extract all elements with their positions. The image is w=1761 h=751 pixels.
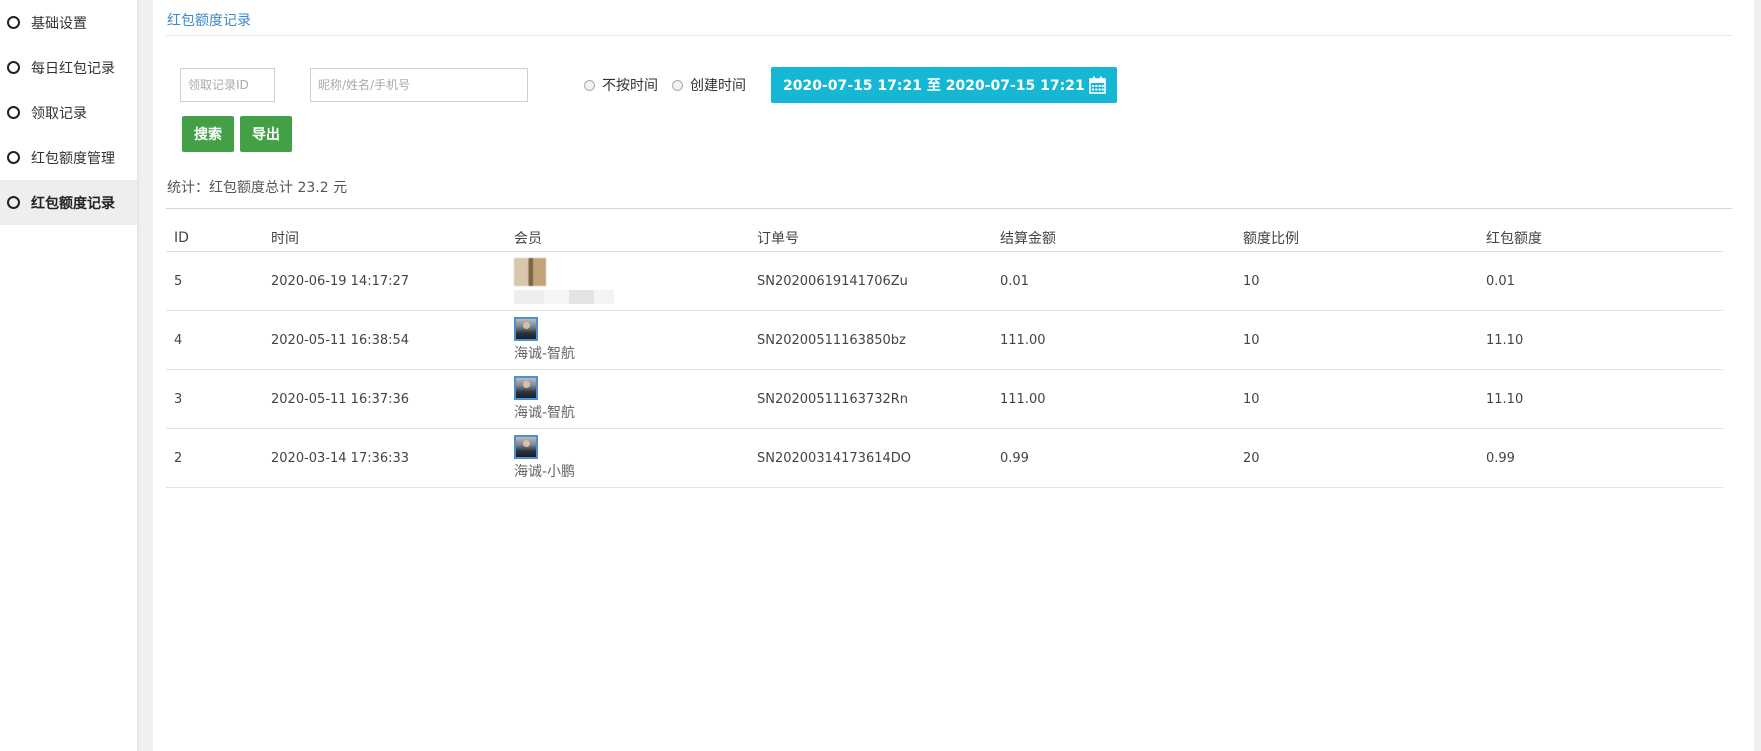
filter-row: 不按时间 创建时间 2020-07-15 17:21 至 2020-07-15 …: [166, 67, 1732, 103]
records-table: ID 时间 会员 订单号 结算金额 额度比例 红包额度 5 2020-06-19…: [166, 225, 1723, 488]
cell-time: 2020-06-19 14:17:27: [263, 251, 506, 311]
radio-circle-icon: [584, 79, 595, 91]
sidebar-item-claim-records[interactable]: 领取记录: [0, 90, 137, 135]
member-name-blurred: [514, 290, 614, 304]
cell-order-no: SN20200619141706Zu: [749, 251, 992, 311]
circle-icon: [7, 16, 20, 29]
radio-circle-icon: [672, 79, 683, 91]
cell-ratio: 20: [1235, 428, 1478, 488]
avatar: [514, 258, 546, 286]
time-filter-radio-group: 不按时间 创建时间: [584, 75, 760, 95]
cell-amount: 0.01: [992, 251, 1235, 311]
header-quota: 红包额度: [1478, 225, 1723, 252]
sidebar-item-quota-records[interactable]: 红包额度记录: [0, 180, 137, 225]
header-ratio: 额度比例: [1235, 225, 1478, 252]
header-time: 时间: [263, 225, 506, 252]
cell-order-no: SN20200511163732Rn: [749, 369, 992, 429]
date-range-text: 2020-07-15 17:21 至 2020-07-15 17:21: [783, 78, 1085, 94]
table-row: 4 2020-05-11 16:38:54 海诚-智航 SN2020051116…: [166, 310, 1723, 370]
sidebar-item-label: 基础设置: [31, 15, 87, 32]
table-header-row: ID 时间 会员 订单号 结算金额 额度比例 红包额度: [166, 225, 1723, 252]
radio-label: 不按时间: [602, 78, 658, 94]
cell-amount: 111.00: [992, 310, 1235, 370]
circle-icon: [7, 61, 20, 74]
keyword-input[interactable]: [310, 68, 528, 102]
cell-member: 海诚-小鹏: [506, 428, 749, 488]
member-name: 海诚-智航: [514, 405, 576, 421]
table-row: 2 2020-03-14 17:36:33 海诚-小鹏 SN2020031417…: [166, 428, 1723, 488]
cell-quota: 11.10: [1478, 369, 1723, 429]
sidebar-item-label: 每日红包记录: [31, 60, 115, 77]
table-row: 3 2020-05-11 16:37:36 海诚-智航 SN2020051116…: [166, 369, 1723, 429]
cell-member: [506, 251, 749, 311]
header-id: ID: [166, 225, 263, 252]
header-amount: 结算金额: [992, 225, 1235, 252]
radio-label: 创建时间: [690, 78, 746, 94]
avatar: [514, 376, 538, 400]
cell-order-no: SN20200314173614DO: [749, 428, 992, 488]
header-order-no: 订单号: [749, 225, 992, 252]
cell-order-no: SN20200511163850bz: [749, 310, 992, 370]
cell-id: 3: [166, 369, 263, 429]
circle-icon: [7, 196, 20, 209]
sidebar-item-label: 领取记录: [31, 105, 87, 122]
cell-member: 海诚-智航: [506, 369, 749, 429]
sidebar-item-daily-records[interactable]: 每日红包记录: [0, 45, 137, 90]
header-member: 会员: [506, 225, 749, 252]
sidebar-item-label: 红包额度管理: [31, 150, 115, 167]
cell-id: 4: [166, 310, 263, 370]
export-button[interactable]: 导出: [240, 116, 292, 152]
date-range-picker[interactable]: 2020-07-15 17:21 至 2020-07-15 17:21: [771, 67, 1117, 103]
cell-ratio: 10: [1235, 251, 1478, 311]
table-row: 5 2020-06-19 14:17:27 SN20200619141706Zu…: [166, 251, 1723, 311]
action-buttons: 搜索 导出: [182, 116, 1732, 152]
sidebar: 基础设置 每日红包记录 领取记录 红包额度管理 红包额度记录: [0, 0, 137, 751]
avatar: [514, 317, 538, 341]
record-id-input[interactable]: [180, 68, 275, 102]
sidebar-item-basic-settings[interactable]: 基础设置: [0, 0, 137, 45]
stats-summary: 统计：红包额度总计 23.2 元: [166, 175, 1732, 209]
sidebar-item-quota-management[interactable]: 红包额度管理: [0, 135, 137, 180]
main-panel: 红包额度记录 不按时间 创建时间 2020-07-15 17:21 至 2020…: [153, 0, 1754, 751]
cell-id: 2: [166, 428, 263, 488]
page-title: 红包额度记录: [166, 0, 1732, 36]
calendar-icon: [1088, 76, 1106, 94]
cell-ratio: 10: [1235, 369, 1478, 429]
cell-ratio: 10: [1235, 310, 1478, 370]
cell-amount: 111.00: [992, 369, 1235, 429]
cell-quota: 0.01: [1478, 251, 1723, 311]
circle-icon: [7, 106, 20, 119]
cell-time: 2020-05-11 16:37:36: [263, 369, 506, 429]
circle-icon: [7, 151, 20, 164]
cell-id: 5: [166, 251, 263, 311]
cell-time: 2020-03-14 17:36:33: [263, 428, 506, 488]
cell-quota: 11.10: [1478, 310, 1723, 370]
radio-no-time[interactable]: 不按时间: [584, 75, 658, 95]
cell-quota: 0.99: [1478, 428, 1723, 488]
member-name: 海诚-智航: [514, 346, 576, 362]
cell-member: 海诚-智航: [506, 310, 749, 370]
radio-created-time[interactable]: 创建时间: [672, 75, 746, 95]
avatar: [514, 435, 538, 459]
member-name: 海诚-小鹏: [514, 464, 576, 480]
search-button[interactable]: 搜索: [182, 116, 234, 152]
cell-time: 2020-05-11 16:38:54: [263, 310, 506, 370]
sidebar-item-label: 红包额度记录: [31, 195, 115, 212]
cell-amount: 0.99: [992, 428, 1235, 488]
